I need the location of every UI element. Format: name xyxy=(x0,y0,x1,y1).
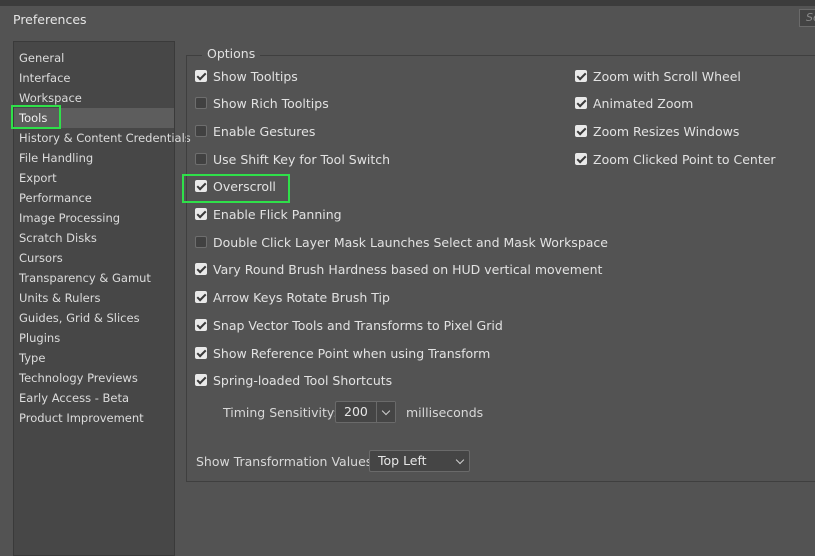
sidebar-item-tools[interactable]: Tools xyxy=(14,108,174,128)
option-label: Spring-loaded Tool Shortcuts xyxy=(213,373,393,388)
checkbox[interactable] xyxy=(195,97,207,109)
option-label: Vary Round Brush Hardness based on HUD v… xyxy=(213,262,603,277)
option-label: Zoom with Scroll Wheel xyxy=(593,69,741,84)
checkbox[interactable] xyxy=(195,291,207,303)
sidebar-item-early-access-beta[interactable]: Early Access - Beta xyxy=(14,388,174,408)
option-label: Snap Vector Tools and Transforms to Pixe… xyxy=(213,318,503,333)
sidebar-item-interface[interactable]: Interface xyxy=(14,68,174,88)
sidebar-item-type[interactable]: Type xyxy=(14,348,174,368)
sidebar-item-guides-grid-slices[interactable]: Guides, Grid & Slices xyxy=(14,308,174,328)
sidebar-item-product-improvement[interactable]: Product Improvement xyxy=(14,408,174,428)
timing-sensitivity-combo[interactable]: 200 xyxy=(335,401,396,423)
option-label: Show Reference Point when using Transfor… xyxy=(213,346,491,361)
milliseconds-unit-label: milliseconds xyxy=(406,405,484,420)
checkbox[interactable] xyxy=(195,125,207,137)
option-label: Arrow Keys Rotate Brush Tip xyxy=(213,290,390,305)
option-label: Zoom Clicked Point to Center xyxy=(593,152,776,167)
checkbox[interactable] xyxy=(195,263,207,275)
options-group-label: Options xyxy=(202,46,261,61)
option-label: Overscroll xyxy=(213,179,276,194)
option-label: Show Tooltips xyxy=(213,69,298,84)
option-label: Enable Gestures xyxy=(213,124,316,139)
window-title: Preferences xyxy=(13,12,87,27)
title-bar: Preferences Se xyxy=(0,6,815,32)
sidebar-item-image-processing[interactable]: Image Processing xyxy=(14,208,174,228)
sidebar-item-plugins[interactable]: Plugins xyxy=(14,328,174,348)
checkbox[interactable] xyxy=(195,180,207,192)
checkbox[interactable] xyxy=(575,125,587,137)
option-label: Show Rich Tooltips xyxy=(213,96,329,111)
preferences-sidebar: General Interface Workspace Tools Histor… xyxy=(13,41,191,556)
timing-sensitivity-value: 200 xyxy=(344,404,368,419)
checkbox[interactable] xyxy=(195,319,207,331)
sidebar-item-general[interactable]: General xyxy=(14,48,174,68)
sidebar-item-file-handling[interactable]: File Handling xyxy=(14,148,174,168)
transformation-values-label: Show Transformation Values: xyxy=(196,454,377,469)
sidebar-item-workspace[interactable]: Workspace xyxy=(14,88,174,108)
chevron-down-icon xyxy=(381,406,391,416)
transformation-values-value: Top Left xyxy=(378,453,427,468)
sidebar-item-history-content-credentials[interactable]: History & Content Credentials xyxy=(14,128,191,148)
checkbox[interactable] xyxy=(575,97,587,109)
checkbox[interactable] xyxy=(195,153,207,165)
timing-sensitivity-label: Timing Sensitivity: xyxy=(223,405,338,420)
checkbox[interactable] xyxy=(195,236,207,248)
option-label: Animated Zoom xyxy=(593,96,694,111)
checkbox[interactable] xyxy=(195,70,207,82)
sidebar-item-transparency-gamut[interactable]: Transparency & Gamut xyxy=(14,268,174,288)
checkbox[interactable] xyxy=(195,208,207,220)
option-label: Double Click Layer Mask Launches Select … xyxy=(213,235,608,250)
checkbox[interactable] xyxy=(575,70,587,82)
timing-dropdown-button[interactable] xyxy=(376,402,395,422)
checkbox[interactable] xyxy=(575,153,587,165)
sidebar-item-scratch-disks[interactable]: Scratch Disks xyxy=(14,228,174,248)
chevron-down-icon xyxy=(455,455,465,465)
option-label: Enable Flick Panning xyxy=(213,207,342,222)
search-input[interactable]: Se xyxy=(799,9,815,27)
option-label: Zoom Resizes Windows xyxy=(593,124,740,139)
checkbox[interactable] xyxy=(195,347,207,359)
option-label: Use Shift Key for Tool Switch xyxy=(213,152,391,167)
sidebar-item-technology-previews[interactable]: Technology Previews xyxy=(14,368,174,388)
transformation-values-select[interactable]: Top Left xyxy=(369,450,470,472)
sidebar-item-units-rulers[interactable]: Units & Rulers xyxy=(14,288,174,308)
checkbox[interactable] xyxy=(195,374,207,386)
sidebar-item-performance[interactable]: Performance xyxy=(14,188,174,208)
sidebar-item-cursors[interactable]: Cursors xyxy=(14,248,174,268)
sidebar-item-export[interactable]: Export xyxy=(14,168,174,188)
